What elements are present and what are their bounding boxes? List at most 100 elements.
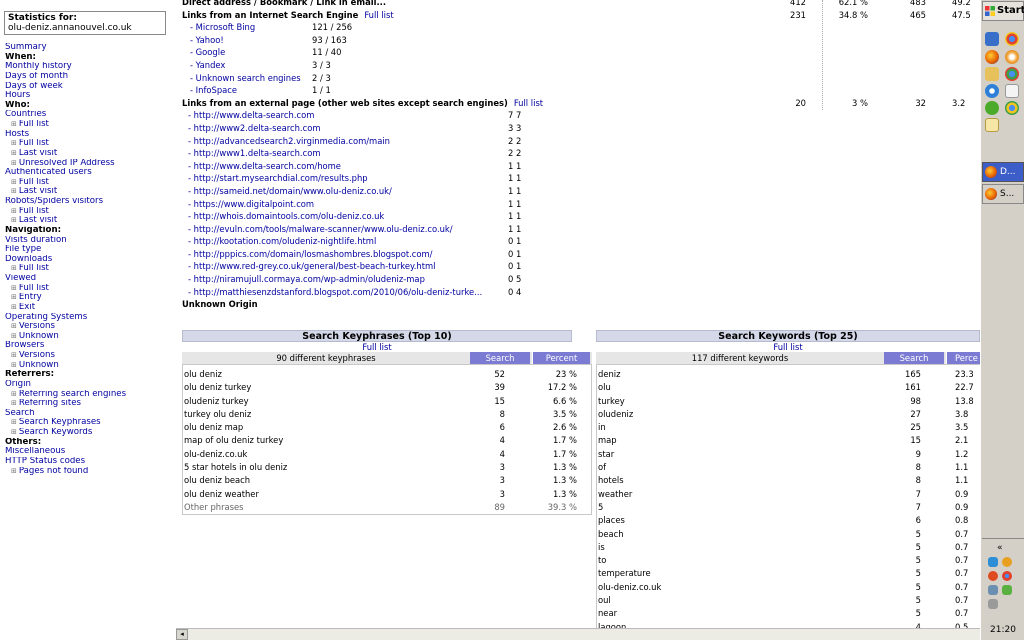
folder-icon[interactable] <box>985 67 999 81</box>
nav-item-link[interactable]: Authenticated users <box>5 168 175 178</box>
origin-label-text[interactable]: - http://www2.delta-search.com <box>188 123 320 133</box>
origin-label-text[interactable]: - http://kootation.com/oludeniz-nightlif… <box>188 236 376 246</box>
origin-label-text[interactable]: - http://www.delta-search.com/home <box>188 161 341 171</box>
browser-icon[interactable] <box>1005 50 1019 64</box>
tray-shield-icon[interactable] <box>988 571 998 581</box>
start-button[interactable]: Start <box>982 1 1024 21</box>
nav-subitem-link[interactable]: Full list <box>5 264 175 274</box>
origin-label-text[interactable]: - http://evuln.com/tools/malware-scanner… <box>188 224 453 234</box>
taskbar-firefox-window-s[interactable]: S... <box>982 184 1024 204</box>
firefox-icon[interactable] <box>985 50 999 64</box>
nav-subitem-link[interactable]: Full list <box>5 139 175 149</box>
nav-subitem-link[interactable]: Versions <box>5 351 175 361</box>
origin-entry-label[interactable]: - http://sameid.net/domain/www.olu-deniz… <box>182 185 392 198</box>
origin-label-text[interactable]: - http://www.delta-search.com <box>188 110 314 120</box>
origin-label-text[interactable]: - http://matthiesenzdstanford.blogspot.c… <box>188 287 482 297</box>
nav-item-link[interactable]: Visits duration <box>5 236 175 246</box>
origin-label-text[interactable]: - http://niramujull.cormaya.com/wp-admin… <box>188 274 425 284</box>
origin-full-list-link[interactable]: Full list <box>514 98 543 108</box>
nav-item-link[interactable]: Search <box>5 409 175 419</box>
origin-label-text[interactable]: - Google <box>190 47 225 57</box>
internet-explorer-icon[interactable] <box>985 84 999 98</box>
nav-item-link[interactable]: Viewed <box>5 274 175 284</box>
nav-subitem-link[interactable]: Last visit <box>5 187 175 197</box>
taskbar-firefox-window-d[interactable]: D... <box>982 162 1024 182</box>
nav-subitem-link[interactable]: Referring sites <box>5 399 175 409</box>
origin-entry-label[interactable]: - http://evuln.com/tools/malware-scanner… <box>182 223 453 236</box>
chrome-icon[interactable] <box>1005 32 1019 46</box>
origin-entry-label[interactable]: - http://kootation.com/oludeniz-nightlif… <box>182 235 376 248</box>
nav-item-link[interactable]: Miscellaneous <box>5 447 175 457</box>
origin-entry-label[interactable]: - Yahoo! <box>184 34 224 47</box>
origin-entry-label[interactable]: - http://www.delta-search.com <box>182 109 314 122</box>
origin-entry-label[interactable]: - http://whois.domaintools.com/olu-deniz… <box>182 210 384 223</box>
nav-item-link[interactable]: Days of week <box>5 82 175 92</box>
origin-entry-label[interactable]: - http://start.mysearchdial.com/results.… <box>182 172 368 185</box>
keywords-full-list-link[interactable]: Full list <box>773 342 802 352</box>
origin-full-list-link[interactable]: Full list <box>364 10 393 20</box>
origin-label-text[interactable]: - Yandex <box>190 60 225 70</box>
nav-item-link[interactable]: Operating Systems <box>5 313 175 323</box>
nav-item-link[interactable]: File type <box>5 245 175 255</box>
origin-entry-label[interactable]: - http://pppics.com/domain/losmashombres… <box>182 248 433 261</box>
tray-chrome-icon[interactable] <box>1002 571 1012 581</box>
nav-subitem-link[interactable]: Unresolved IP Address <box>5 159 175 169</box>
origin-label-text[interactable]: - http://sameid.net/domain/www.olu-deniz… <box>188 186 392 196</box>
origin-label-text[interactable]: - http://pppics.com/domain/losmashombres… <box>188 249 433 259</box>
nav-item-link[interactable]: Origin <box>5 380 175 390</box>
origin-entry-label[interactable]: - http://www.delta-search.com/home <box>182 160 341 173</box>
nav-subitem-link[interactable]: Last visit <box>5 216 175 226</box>
origin-entry-label[interactable]: - http://niramujull.cormaya.com/wp-admin… <box>182 273 425 286</box>
scroll-left-arrow-icon[interactable]: ◂ <box>176 629 188 640</box>
nav-subitem-link[interactable]: Entry <box>5 293 175 303</box>
tray-volume-icon[interactable] <box>988 599 998 609</box>
nav-subitem-link[interactable]: Versions <box>5 322 175 332</box>
origin-entry-label[interactable]: - http://www.red-grey.co.uk/general/best… <box>182 260 435 273</box>
origin-entry-label[interactable]: - http://matthiesenzdstanford.blogspot.c… <box>182 286 482 299</box>
nav-subitem-link[interactable]: Unknown <box>5 361 175 371</box>
origin-entry-label[interactable]: - https://www.digitalpoint.com <box>182 198 314 211</box>
notepad-icon[interactable] <box>985 118 999 132</box>
origin-label-text[interactable]: - Unknown search engines <box>190 73 301 83</box>
origin-entry-label[interactable]: - InfoSpace <box>184 84 237 97</box>
origin-entry-label[interactable]: - http://www1.delta-search.com <box>182 147 320 160</box>
origin-entry-label[interactable]: - http://advancedsearch2.virginmedia.com… <box>182 135 390 148</box>
nav-item-link[interactable]: Hosts <box>5 130 175 140</box>
horizontal-scrollbar[interactable]: ◂ <box>176 628 980 640</box>
nav-item-link[interactable]: Hours <box>5 91 175 101</box>
nav-item-link[interactable]: Downloads <box>5 255 175 265</box>
tray-update-icon[interactable] <box>1002 557 1012 567</box>
origin-label-text[interactable]: - InfoSpace <box>190 85 237 95</box>
nav-item-link[interactable]: Robots/Spiders visitors <box>5 197 175 207</box>
nav-item-link[interactable]: Countries <box>5 110 175 120</box>
nav-item-link[interactable]: Days of month <box>5 72 175 82</box>
origin-entry-label[interactable]: - Unknown search engines <box>184 72 301 85</box>
nav-item-link[interactable]: Summary <box>5 43 175 53</box>
origin-label-text[interactable]: - http://advancedsearch2.virginmedia.com… <box>188 136 390 146</box>
nav-subitem-link[interactable]: Last visit <box>5 149 175 159</box>
show-desktop-icon[interactable] <box>985 32 999 46</box>
tray-security-icon[interactable] <box>988 557 998 567</box>
nav-subitem-link[interactable]: Referring search engines <box>5 390 175 400</box>
keyphrases-full-list-link[interactable]: Full list <box>362 342 391 352</box>
origin-label-text[interactable]: - https://www.digitalpoint.com <box>188 199 314 209</box>
origin-entry-label[interactable]: - Microsoft Bing <box>184 21 255 34</box>
utorrent-icon[interactable] <box>985 101 999 115</box>
nav-item-link[interactable]: Browsers <box>5 341 175 351</box>
origin-label-text[interactable]: - Yahoo! <box>190 35 224 45</box>
origin-entry-label[interactable]: - http://www2.delta-search.com <box>182 122 320 135</box>
origin-label-text[interactable]: - http://start.mysearchdial.com/results.… <box>188 173 368 183</box>
chrome-tertiary-icon[interactable] <box>1005 101 1019 115</box>
nav-subitem-link[interactable]: Full list <box>5 207 175 217</box>
chrome-secondary-icon[interactable] <box>1005 67 1019 81</box>
nav-subitem-link[interactable]: Search Keywords <box>5 428 175 438</box>
tray-expand-chevron-icon[interactable]: « <box>997 543 1003 553</box>
document-icon[interactable] <box>1005 84 1019 98</box>
origin-label-text[interactable]: - http://whois.domaintools.com/olu-deniz… <box>188 211 384 221</box>
nav-subitem-link[interactable]: Full list <box>5 178 175 188</box>
nav-subitem-link[interactable]: Pages not found <box>5 467 175 477</box>
nav-item-link[interactable]: Monthly history <box>5 62 175 72</box>
origin-entry-label[interactable]: - Yandex <box>184 59 225 72</box>
origin-label-text[interactable]: - Microsoft Bing <box>190 22 255 32</box>
nav-subitem-link[interactable]: Search Keyphrases <box>5 418 175 428</box>
